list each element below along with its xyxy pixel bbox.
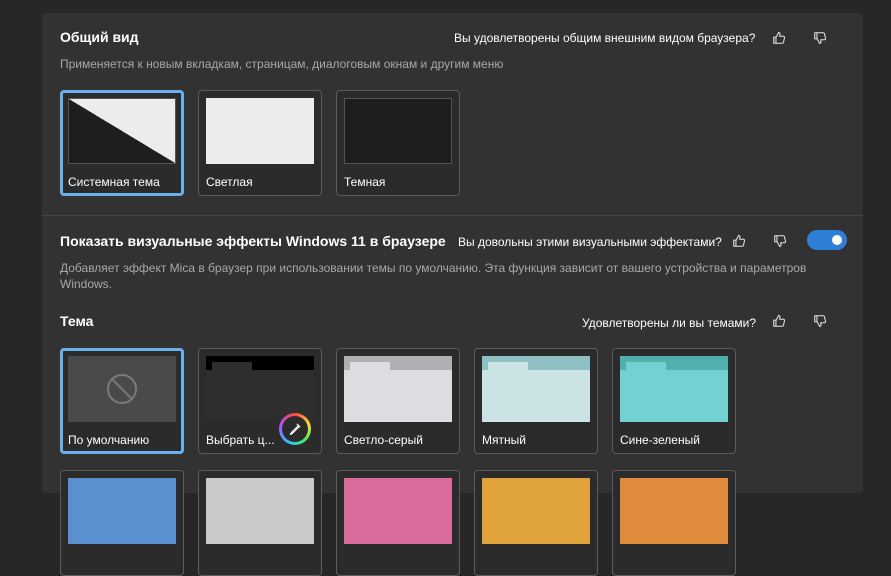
appearance-feedback-question: Вы удовлетворены общим внешним видом бра… [454, 31, 756, 45]
theme-option-mint[interactable]: Мятный [474, 348, 598, 454]
thumbs-down-icon [814, 315, 827, 327]
thumbs-up-icon [773, 32, 786, 44]
theme-option-label: Светло-серый [344, 433, 423, 447]
no-theme-icon [107, 374, 137, 404]
theme-feedback-question: Удовлетворены ли вы темами? [582, 316, 757, 330]
theme-dislike-button[interactable] [810, 311, 830, 331]
color-picker-button[interactable] [279, 413, 311, 445]
visual-effects-description: Добавляет эффект Mica в браузер при испо… [60, 261, 807, 291]
theme-option-label: Выбрать ц... [206, 433, 275, 447]
thumbs-up-icon [773, 315, 786, 327]
theme-option-row2-2[interactable] [198, 470, 322, 576]
dark-theme-preview [344, 98, 452, 164]
theme-preview [344, 478, 452, 544]
theme-preview [68, 478, 176, 544]
appearance-option-label: Светлая [206, 175, 253, 189]
theme-option-default[interactable]: По умолчанию [60, 348, 184, 454]
toggle-knob [832, 235, 842, 245]
theme-like-button[interactable] [769, 311, 789, 331]
theme-preview [620, 478, 728, 544]
theme-option-label: По умолчанию [68, 433, 150, 447]
default-theme-preview [68, 356, 176, 422]
theme-option-custom-color[interactable]: Выбрать ц... [198, 348, 322, 454]
theme-title: Тема [60, 313, 94, 329]
appearance-option-label: Темная [344, 175, 386, 189]
thumbs-up-icon [733, 235, 746, 247]
light-gray-preview [344, 356, 452, 422]
custom-color-preview [206, 356, 314, 422]
teal-folder [620, 356, 728, 422]
theme-option-row2-3[interactable] [336, 470, 460, 576]
appearance-option-system[interactable]: Системная тема [60, 90, 184, 196]
theme-option-label: Сине-зеленый [620, 433, 700, 447]
mint-preview [482, 356, 590, 422]
appearance-option-dark[interactable]: Темная [336, 90, 460, 196]
visual-effects-like-button[interactable] [729, 231, 749, 251]
appearance-like-button[interactable] [769, 28, 789, 48]
theme-option-label: Мятный [482, 433, 526, 447]
theme-preview [206, 478, 314, 544]
theme-option-row2-1[interactable] [60, 470, 184, 576]
theme-option-row2-5[interactable] [612, 470, 736, 576]
settings-panel: Общий вид Вы удовлетворены общим внешним… [42, 13, 863, 576]
section-divider [42, 215, 863, 216]
thumbs-down-icon [814, 32, 827, 44]
color-picker-icon [289, 423, 301, 436]
light-gray-folder [344, 356, 452, 422]
appearance-title: Общий вид [60, 29, 139, 45]
theme-option-teal[interactable]: Сине-зеленый [612, 348, 736, 454]
appearance-dislike-button[interactable] [810, 28, 830, 48]
appearance-option-label: Системная тема [68, 175, 160, 189]
theme-option-light-gray[interactable]: Светло-серый [336, 348, 460, 454]
theme-preview [482, 478, 590, 544]
appearance-option-light[interactable]: Светлая [198, 90, 322, 196]
visual-effects-title: Показать визуальные эффекты Windows 11 в… [60, 233, 446, 249]
mint-folder [482, 356, 590, 422]
light-theme-preview [206, 98, 314, 164]
teal-preview [620, 356, 728, 422]
visual-effects-feedback-question: Вы довольны этими визуальными эффектами? [458, 235, 722, 249]
custom-color-folder [206, 356, 314, 422]
appearance-description: Применяется к новым вкладкам, страницам,… [60, 57, 504, 71]
system-theme-preview [68, 98, 176, 164]
theme-option-row2-4[interactable] [474, 470, 598, 576]
thumbs-down-icon [774, 235, 787, 247]
visual-effects-dislike-button[interactable] [770, 231, 790, 251]
visual-effects-toggle[interactable] [807, 230, 847, 250]
